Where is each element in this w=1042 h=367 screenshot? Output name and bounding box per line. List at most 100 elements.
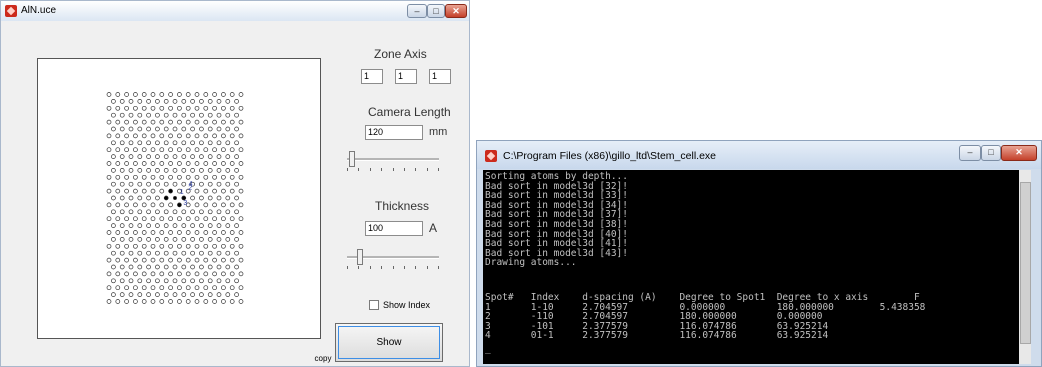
diffraction-spot bbox=[146, 168, 151, 173]
slider-thumb[interactable] bbox=[349, 151, 355, 167]
show-index-checkbox[interactable]: Show Index bbox=[369, 300, 430, 310]
diffraction-spot bbox=[238, 188, 244, 194]
diffraction-spot bbox=[146, 181, 151, 187]
diffraction-spot bbox=[146, 250, 151, 256]
camera-length-unit: mm bbox=[429, 126, 448, 138]
diffraction-spot bbox=[194, 299, 200, 304]
diffraction-spot bbox=[119, 195, 125, 201]
diffraction-spot bbox=[168, 230, 173, 235]
diffraction-spot bbox=[194, 285, 200, 291]
console-title-bar[interactable]: C:\Program Files (x86)\gillo_ltd\Stem_ce… bbox=[477, 141, 1041, 169]
diffraction-spot bbox=[221, 119, 226, 125]
diffraction-spot bbox=[203, 285, 209, 291]
diffraction-spot bbox=[141, 119, 147, 125]
diffraction-spot bbox=[199, 112, 204, 118]
diffraction-spot bbox=[128, 278, 134, 284]
diffraction-spot bbox=[229, 133, 235, 139]
diffraction-spot bbox=[199, 195, 204, 201]
maximize-button[interactable]: □ bbox=[427, 4, 445, 18]
title-bar[interactable]: AlN.uce – □ ✕ bbox=[1, 1, 469, 21]
diffraction-spot bbox=[133, 147, 138, 153]
diffraction-spot bbox=[168, 105, 173, 111]
zone-axis-l-input[interactable]: 1 bbox=[429, 69, 451, 84]
diffraction-spot bbox=[111, 209, 116, 215]
diffraction-spot bbox=[150, 216, 156, 222]
diffraction-spot bbox=[133, 230, 138, 235]
diffraction-spot bbox=[146, 126, 151, 132]
diffraction-spot bbox=[194, 230, 200, 235]
diffraction-spot bbox=[216, 250, 222, 256]
show-button[interactable]: Show bbox=[335, 323, 443, 362]
diffraction-spot bbox=[177, 271, 182, 277]
diffraction-spot bbox=[150, 174, 156, 180]
copy-button[interactable]: copy bbox=[311, 353, 335, 365]
diffraction-spot bbox=[216, 112, 222, 118]
thickness-input[interactable]: 100 bbox=[365, 221, 423, 236]
camera-length-slider[interactable] bbox=[345, 151, 441, 173]
diffraction-spot bbox=[163, 278, 169, 284]
window-title: AlN.uce bbox=[21, 5, 57, 16]
diffraction-spot bbox=[221, 271, 226, 277]
diffraction-spot bbox=[155, 99, 160, 104]
console-close-button[interactable]: ✕ bbox=[1001, 145, 1037, 161]
diffraction-spot bbox=[146, 278, 151, 284]
diffraction-spot bbox=[199, 292, 204, 297]
diffraction-spot bbox=[141, 299, 147, 304]
diffraction-spot bbox=[221, 243, 226, 249]
console-output: Sorting atoms by depth... Bad sort in mo… bbox=[483, 170, 1031, 364]
console-scrollbar[interactable] bbox=[1019, 170, 1031, 364]
diffraction-spot bbox=[229, 230, 235, 235]
diffraction-spot bbox=[106, 174, 112, 180]
diffraction-spot bbox=[177, 174, 182, 180]
slider-thumb[interactable] bbox=[357, 249, 363, 265]
diffraction-spot bbox=[207, 154, 213, 159]
close-button[interactable]: ✕ bbox=[445, 4, 467, 18]
console-cursor: _ bbox=[485, 343, 491, 354]
diffraction-spot bbox=[207, 181, 213, 187]
console-window-title: C:\Program Files (x86)\gillo_ltd\Stem_ce… bbox=[503, 150, 716, 162]
diffraction-spot bbox=[128, 223, 134, 228]
table-row: 4 01-1 2.377579 116.074786 63.925214 bbox=[485, 330, 829, 342]
diffraction-pattern-canvas[interactable]: 1234 bbox=[37, 58, 321, 339]
thickness-slider[interactable] bbox=[345, 249, 441, 271]
diffraction-spot bbox=[159, 92, 165, 97]
diffraction-spot bbox=[155, 250, 160, 256]
diffraction-spot bbox=[124, 147, 129, 153]
diffraction-spot bbox=[155, 168, 160, 173]
diffraction-spot bbox=[212, 216, 217, 222]
diffraction-spot bbox=[111, 223, 116, 228]
zone-axis-h-input[interactable]: 1 bbox=[361, 69, 383, 84]
scrollbar-thumb[interactable] bbox=[1020, 182, 1031, 344]
diffraction-spot bbox=[119, 126, 125, 132]
log-line: Drawing atoms... bbox=[485, 257, 577, 269]
diffraction-spot bbox=[177, 161, 182, 166]
diffraction-spot bbox=[115, 105, 121, 111]
diffraction-spot bbox=[199, 278, 204, 284]
diffraction-spot bbox=[238, 243, 244, 249]
checkbox-box[interactable] bbox=[369, 300, 379, 310]
diffraction-spot bbox=[159, 147, 165, 153]
diffraction-spot bbox=[159, 119, 165, 125]
diffraction-pattern-plot: 1234 bbox=[106, 92, 244, 304]
zone-axis-k-input[interactable]: 1 bbox=[395, 69, 417, 84]
console-maximize-button[interactable]: □ bbox=[981, 145, 1001, 161]
diffraction-spot bbox=[234, 140, 239, 146]
diffraction-spot bbox=[190, 237, 195, 242]
spot-index-label: 1 bbox=[180, 189, 184, 196]
minimize-button[interactable]: – bbox=[407, 4, 427, 18]
diffraction-spot bbox=[172, 168, 178, 173]
diffraction-spot bbox=[221, 285, 226, 291]
camera-length-input[interactable]: 120 bbox=[365, 125, 423, 140]
diffraction-spot bbox=[111, 181, 116, 187]
diffraction-spot bbox=[159, 133, 165, 139]
diffraction-spot bbox=[234, 126, 239, 132]
diffraction-spot bbox=[163, 99, 169, 104]
console-minimize-button[interactable]: – bbox=[959, 145, 981, 161]
diffraction-spot bbox=[229, 202, 235, 208]
diffraction-spot bbox=[119, 264, 125, 270]
diffraction-spot bbox=[124, 119, 129, 125]
diffraction-spot bbox=[115, 243, 121, 249]
diffraction-spot bbox=[133, 133, 138, 139]
diffraction-spot bbox=[194, 216, 200, 222]
diffraction-spot bbox=[133, 299, 138, 304]
